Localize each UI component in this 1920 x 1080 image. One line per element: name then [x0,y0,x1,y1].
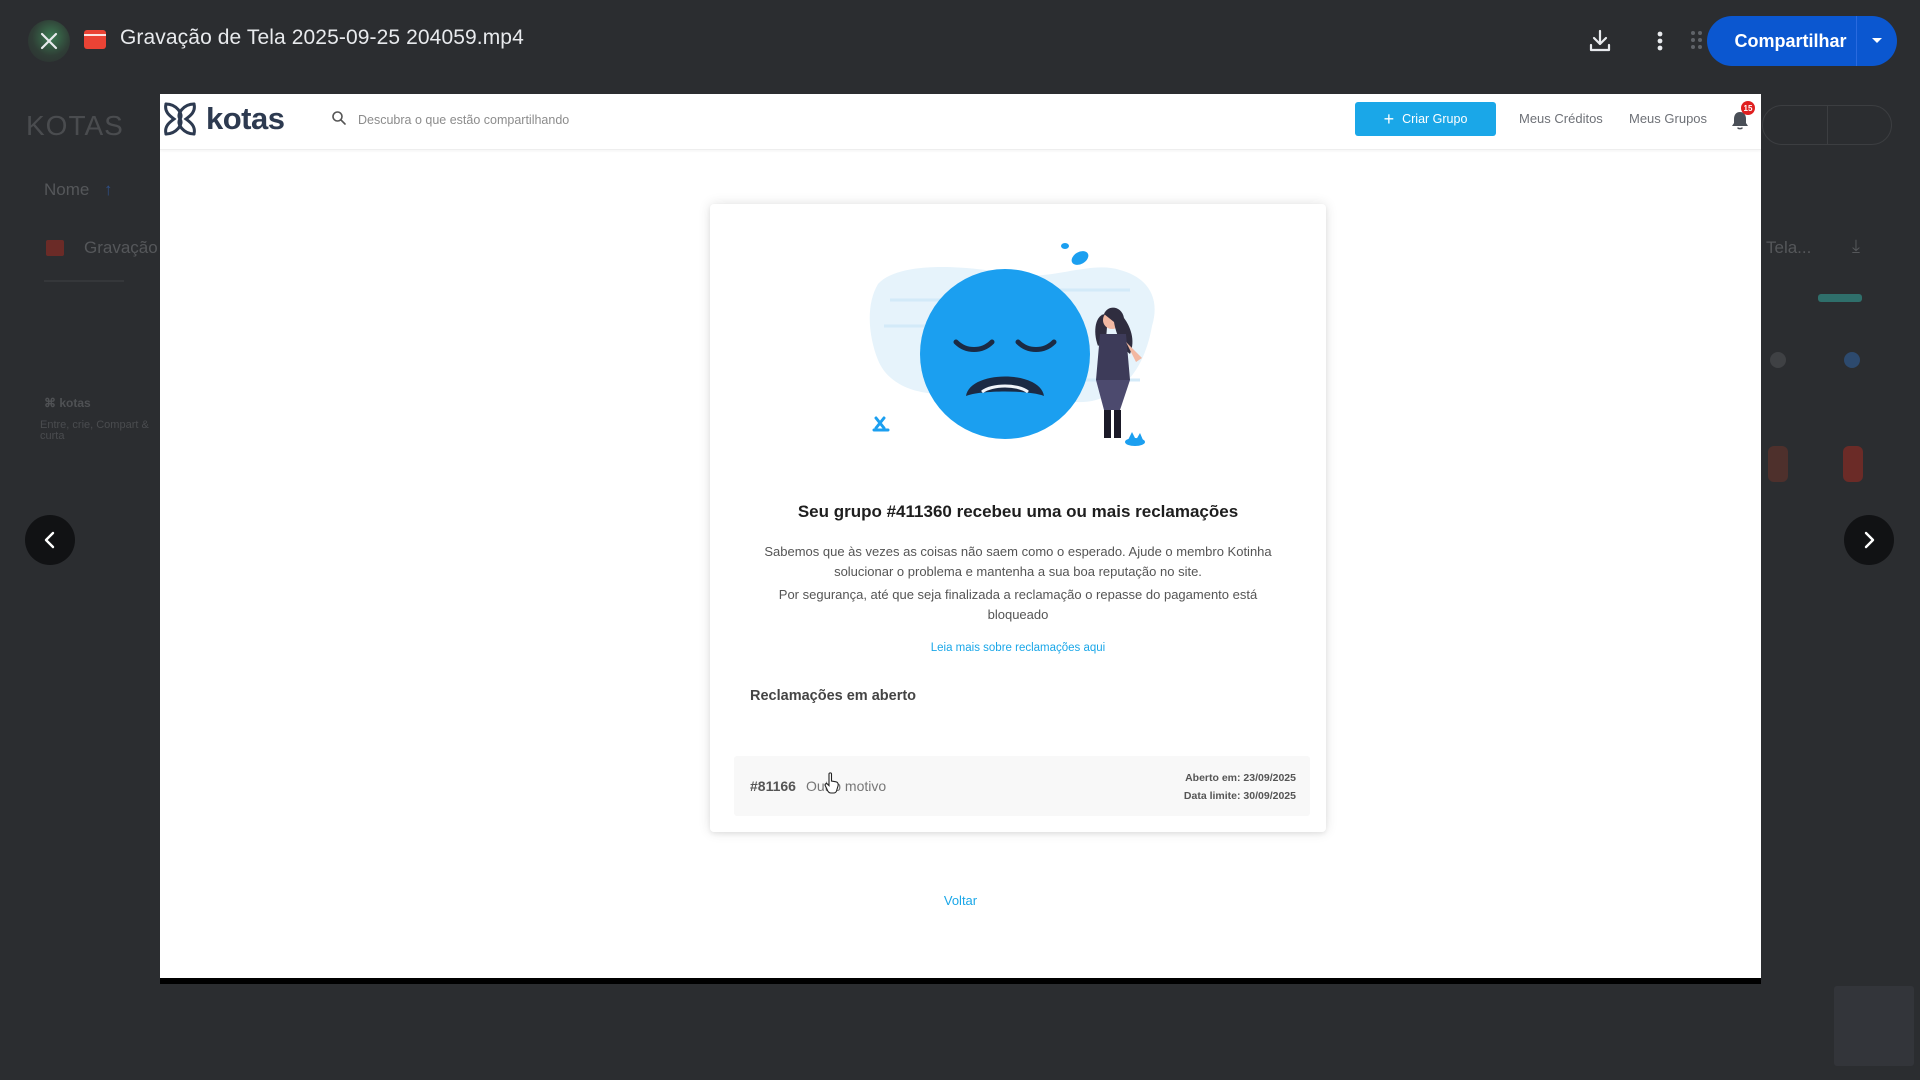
complaint-row[interactable]: #81166 Outro motivo Aberto em: 23/09/202… [734,756,1310,816]
hand-cursor-icon [824,772,839,794]
viewer-top-bar: Gravação de Tela 2025-09-25 204059.mp4 C… [0,0,1920,80]
kotas-logo-text: kotas [206,101,285,136]
site-header: kotas + Criar Grupo Meus Créditos Meus G… [160,94,1761,150]
share-label: Compartilhar [1734,30,1847,51]
complaint-reason: Outro motivo [806,778,887,794]
sort-by-name-label: Nome [44,180,90,199]
share-separator [1856,16,1857,66]
complaint-card: Seu grupo #411360 recebeu uma ou mais re… [710,204,1326,832]
learn-more-link[interactable]: Leia mais sobre reclamações aqui [710,642,1326,654]
thumbnail-bottle [1768,446,1788,482]
next-file-button[interactable] [1844,515,1894,565]
back-link[interactable]: Voltar [160,893,1761,908]
thumbnail-tagline: Entre, crie, Compart & curta [40,419,149,442]
thumbnail-dot [1770,352,1786,368]
video-file-icon [46,240,64,256]
thumbnail-dot [1844,352,1860,368]
chevron-right-icon [1864,531,1875,549]
close-icon [40,32,58,50]
caret-down-icon [1872,38,1882,43]
previous-file-button[interactable] [25,515,75,565]
close-button[interactable] [28,20,70,62]
share-dropdown-button[interactable] [1857,16,1897,66]
file-row-name-right: Tela... [1766,238,1812,257]
video-file-icon [84,30,106,49]
kotas-logo[interactable]: kotas [162,98,285,140]
view-toggle [1762,105,1892,145]
kotas-logo-icon [164,102,196,136]
thumbnail-logo-text: kotas [59,396,91,410]
apps-grid-icon[interactable] [1690,30,1706,50]
search-icon [332,111,346,125]
video-player[interactable]: kotas + Criar Grupo Meus Créditos Meus G… [160,94,1761,984]
complaint-description: Sabemos que às vezes as coisas não saem … [764,544,1272,579]
search-input[interactable] [358,108,778,132]
status-chip [1818,294,1862,302]
row-download-icon: ⤓ [1852,236,1860,256]
file-title: Gravação de Tela 2025-09-25 204059.mp4 [120,26,524,49]
create-group-button[interactable]: + Criar Grupo [1355,102,1496,136]
create-group-label: Criar Grupo [1402,112,1468,126]
notification-badge: 15 [1741,101,1755,115]
divider [44,280,124,282]
complaint-dates: Aberto em: 23/09/2025 Data limite: 30/09… [1184,769,1296,805]
nav-my-credits[interactable]: Meus Créditos [1519,111,1603,126]
plus-icon: + [1383,109,1395,129]
thumbnail-logo: ⌘ kotas [44,396,91,410]
sort-arrow-up-icon: ↑ [104,180,113,199]
file-row-name: Gravação [84,238,158,257]
download-icon[interactable] [1585,26,1615,56]
chevron-left-icon [44,531,55,549]
thumbnail-bottle [1843,446,1863,482]
payment-blocked-notice: Por segurança, até que seja finalizada a… [778,587,1258,622]
complaint-opened-date: Aberto em: 23/09/2025 [1185,772,1296,784]
open-complaints-heading: Reclamações em aberto [750,688,917,704]
complaint-id: #81166 [750,778,796,794]
complaint-deadline: Data limite: 30/09/2025 [1183,790,1296,802]
nav-my-groups[interactable]: Meus Grupos [1629,111,1707,126]
more-options-icon[interactable] [1648,26,1672,56]
recaptcha-badge [1834,986,1914,1066]
sad-face-illustration [869,243,1155,446]
complaint-title: Seu grupo #411360 recebeu uma ou mais re… [797,502,1239,521]
kotas-website: kotas + Criar Grupo Meus Créditos Meus G… [160,94,1761,978]
folder-title: KOTAS [26,110,124,141]
share-button[interactable]: Compartilhar [1707,16,1897,66]
